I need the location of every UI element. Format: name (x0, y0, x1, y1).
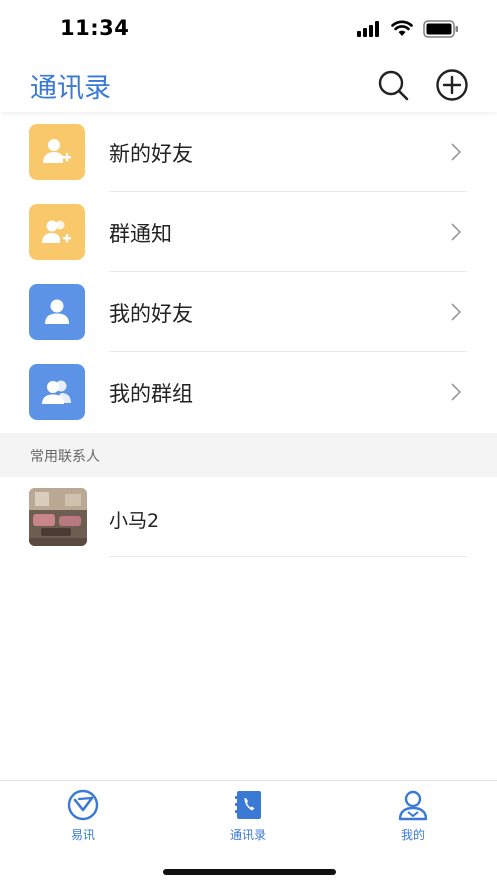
nav-bar: 通讯录 (0, 58, 497, 112)
page-title: 通讯录 (30, 73, 111, 104)
profile-icon (398, 790, 428, 821)
contact-item[interactable]: 小马2 (0, 477, 497, 557)
plus-circle-icon[interactable] (435, 68, 469, 102)
tab-label: 易讯 (70, 828, 95, 842)
tab-contacts[interactable]: 通讯录 (198, 789, 298, 845)
group-icon (29, 364, 85, 420)
menu-item-new-friends[interactable]: 新的好友 (0, 112, 497, 192)
section-header: 常用联系人 (0, 433, 497, 477)
search-icon[interactable] (376, 68, 410, 102)
menu-list: 新的好友 群通知 我的好友 我的群组 (0, 112, 497, 432)
contacts-book-icon (235, 791, 261, 819)
status-time: 11:34 (60, 16, 130, 40)
tab-bar: 易讯 通讯录 我的 (0, 780, 497, 883)
avatar (29, 488, 87, 546)
tab-messages[interactable]: 易讯 (33, 789, 133, 845)
contact-name: 小马2 (109, 510, 160, 532)
menu-label: 我的好友 (109, 302, 193, 326)
menu-label: 我的群组 (109, 382, 193, 406)
menu-label: 新的好友 (109, 142, 193, 166)
home-indicator[interactable] (163, 869, 336, 875)
chevron-right-icon (451, 143, 462, 161)
chevron-right-icon (451, 383, 462, 401)
wifi-icon (391, 20, 413, 36)
contact-list: 小马2 (0, 477, 497, 557)
tab-profile[interactable]: 我的 (363, 789, 463, 845)
menu-item-my-groups[interactable]: 我的群组 (0, 352, 497, 432)
cellular-signal-icon (357, 21, 379, 37)
add-friend-icon (29, 124, 85, 180)
menu-item-my-friends[interactable]: 我的好友 (0, 272, 497, 352)
battery-icon (423, 20, 458, 38)
chevron-right-icon (451, 303, 462, 321)
menu-item-group-notice[interactable]: 群通知 (0, 192, 497, 272)
message-icon (67, 789, 99, 821)
group-notice-icon (29, 204, 85, 260)
menu-label: 群通知 (109, 222, 172, 246)
chevron-right-icon (451, 223, 462, 241)
divider (109, 556, 467, 557)
status-bar: 11:34 (0, 0, 497, 58)
user-icon (29, 284, 85, 340)
tab-label: 我的 (400, 828, 425, 842)
tab-label: 通讯录 (229, 828, 266, 842)
section-title: 常用联系人 (30, 449, 100, 465)
